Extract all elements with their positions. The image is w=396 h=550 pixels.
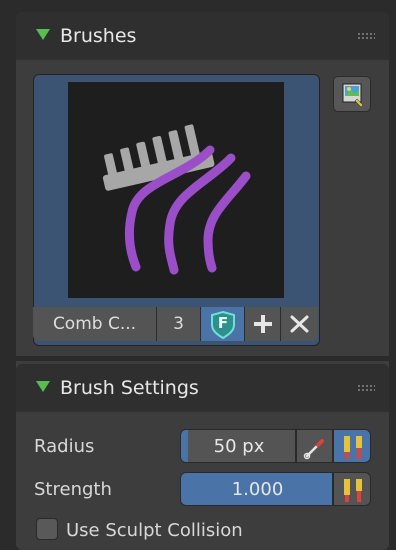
- pressure-icon: [344, 479, 362, 502]
- brush-datablock-row: Comb C... 3 F: [33, 307, 318, 341]
- radius-field[interactable]: 50 px: [180, 429, 296, 463]
- collapse-arrow-icon: [36, 381, 50, 392]
- browse-image-button[interactable]: [333, 76, 371, 112]
- new-brush-button[interactable]: [245, 307, 281, 341]
- brush-preview-image[interactable]: [68, 82, 284, 298]
- unlink-brush-button[interactable]: [281, 307, 318, 341]
- pressure-icon: [344, 436, 362, 459]
- drag-handle-icon[interactable]: [357, 384, 375, 392]
- strength-pressure-button[interactable]: [333, 472, 371, 506]
- fake-user-button[interactable]: F: [201, 307, 245, 341]
- eyedropper-icon: [303, 439, 324, 460]
- brush-name-field[interactable]: Comb C...: [33, 307, 157, 341]
- comb-brush-icon: [102, 124, 251, 275]
- brushes-panel-title: Brushes: [60, 25, 137, 47]
- radius-label: Radius: [34, 436, 95, 457]
- plus-icon: [254, 315, 272, 333]
- brush-settings-panel-header[interactable]: Brush Settings: [16, 364, 389, 412]
- panel-divider: [16, 356, 389, 361]
- radius-value: 50 px: [213, 436, 265, 457]
- strength-label: Strength: [34, 479, 112, 500]
- strength-value: 1.000: [231, 479, 284, 500]
- image-icon: [342, 83, 364, 108]
- brush-settings-panel-title: Brush Settings: [60, 377, 199, 399]
- user-count-button[interactable]: 3: [157, 307, 201, 341]
- strength-slider[interactable]: 1.000: [180, 472, 333, 506]
- close-icon: [290, 315, 309, 333]
- brushes-panel-header[interactable]: Brushes: [16, 12, 389, 60]
- use-sculpt-collision-checkbox[interactable]: [36, 518, 58, 540]
- radius-unit-button[interactable]: [296, 429, 333, 463]
- collapse-arrow-icon: [36, 29, 50, 40]
- use-sculpt-collision-label[interactable]: Use Sculpt Collision: [66, 520, 243, 541]
- radius-pressure-button[interactable]: [333, 429, 371, 463]
- fake-user-letter: F: [217, 314, 229, 332]
- drag-handle-icon[interactable]: [357, 32, 375, 40]
